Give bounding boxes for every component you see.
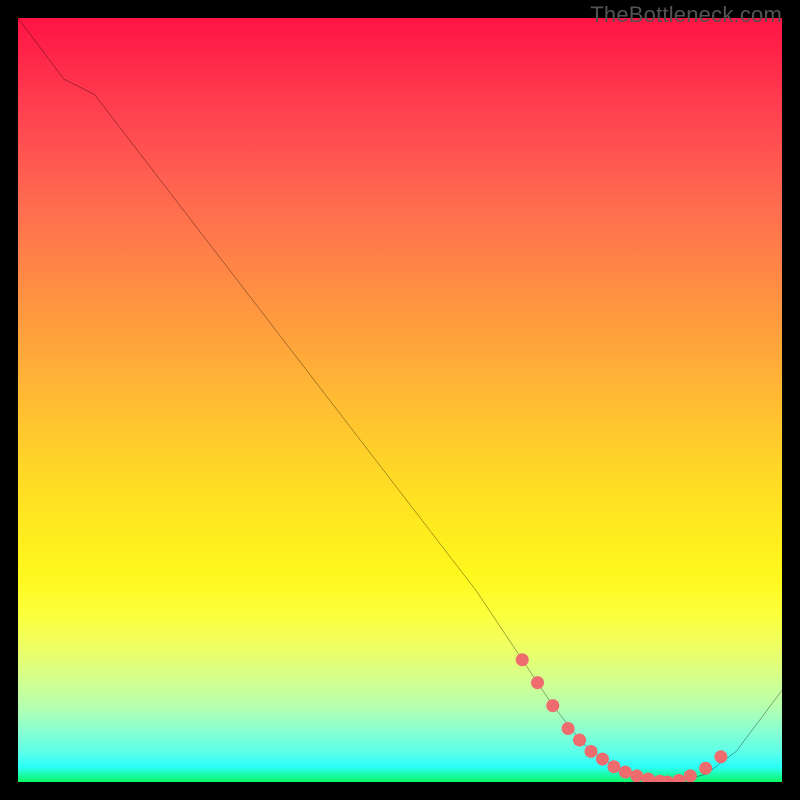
plot-area bbox=[18, 18, 782, 782]
bottleneck-curve bbox=[18, 18, 782, 782]
marker-dot bbox=[585, 745, 598, 758]
chart-svg bbox=[18, 18, 782, 782]
marker-dot bbox=[642, 772, 655, 782]
marker-dot bbox=[684, 769, 697, 782]
marker-dot bbox=[531, 676, 544, 689]
marker-dot bbox=[607, 760, 620, 773]
marker-dot bbox=[619, 766, 632, 779]
highlight-dots bbox=[516, 653, 728, 782]
marker-dot bbox=[596, 753, 609, 766]
marker-dot bbox=[546, 699, 559, 712]
marker-dot bbox=[714, 750, 727, 763]
marker-dot bbox=[630, 769, 643, 782]
watermark-text: TheBottleneck.com bbox=[590, 2, 782, 28]
marker-dot bbox=[516, 653, 529, 666]
marker-dot bbox=[672, 774, 685, 782]
marker-dot bbox=[562, 722, 575, 735]
marker-dot bbox=[573, 733, 586, 746]
marker-dot bbox=[699, 762, 712, 775]
